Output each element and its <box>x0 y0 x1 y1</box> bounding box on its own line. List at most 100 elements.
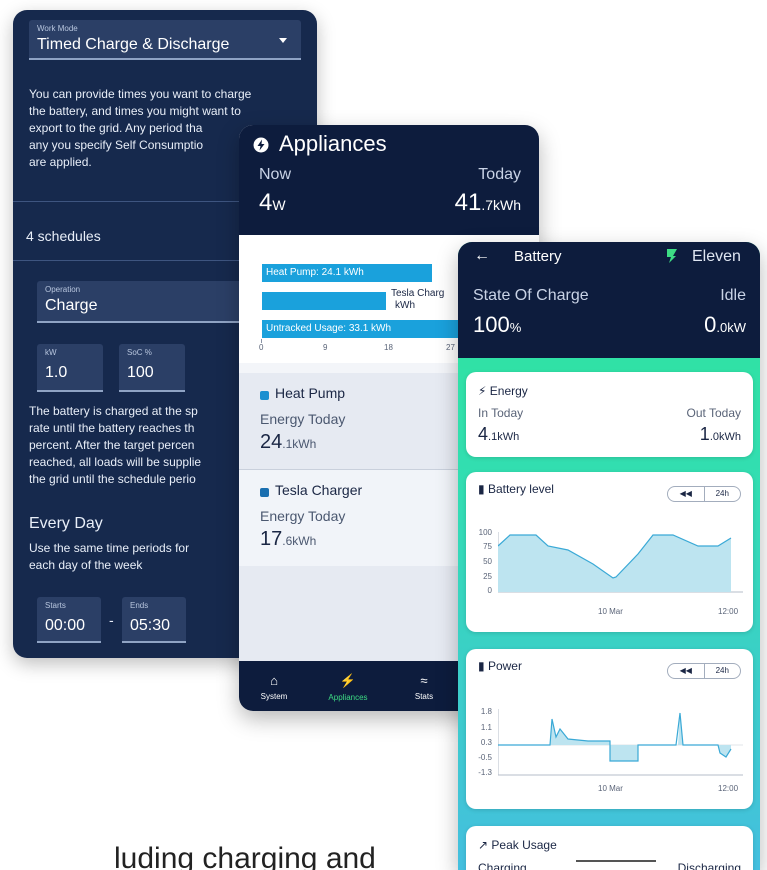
charger-icon <box>260 488 269 497</box>
now-label: Now <box>259 166 292 183</box>
power-value: 0.0kW <box>704 312 746 337</box>
trend-icon: ↗ <box>478 838 492 852</box>
battery-icon: ▮ <box>478 659 488 673</box>
battery-screen: ← Battery Eleven State Of Charge Idle 10… <box>458 242 760 870</box>
soc-label: State Of Charge <box>473 287 589 304</box>
energy-today-label: Energy Today <box>260 411 346 427</box>
operation-label: Operation <box>45 285 81 294</box>
stats-icon: ≈ <box>420 673 428 688</box>
y-tick: -1.3 <box>478 768 492 777</box>
heat-pump-icon <box>260 391 269 400</box>
today-label: Today <box>478 166 521 183</box>
appliances-header: Appliances Now Today 4W 41.7kWh <box>239 125 539 235</box>
operation-value: Charge <box>45 297 98 314</box>
starts-value: 00:00 <box>45 617 86 634</box>
time-dash: - <box>109 612 114 628</box>
appliance-name: Tesla Charger <box>275 482 363 498</box>
bar-heat-pump: Heat Pump: 24.1 kWh <box>262 264 432 282</box>
battery-level-card: ▮ Battery level ◀◀ 24h 100 75 50 25 0 10 … <box>466 472 753 632</box>
ends-label: Ends <box>130 601 149 610</box>
y-tick: 1.8 <box>480 707 492 716</box>
power-card: ▮ Power ◀◀ 24h 1.8 1.1 0.3 -0.5 -1.3 10 M… <box>466 649 753 809</box>
range-24h-button[interactable]: 24h <box>705 487 741 501</box>
status-label: Idle <box>720 287 746 304</box>
now-value: 4W <box>259 189 286 216</box>
work-mode-value: Timed Charge & Discharge <box>37 36 230 53</box>
kw-value: 1.0 <box>45 364 68 381</box>
soc-label: SoC % <box>127 348 152 357</box>
y-tick: 100 <box>478 528 492 537</box>
soc-field[interactable]: SoC % 100 <box>119 344 185 392</box>
bar-untracked: Untracked Usage: 33.1 kWh <box>262 320 477 338</box>
y-tick: -0.5 <box>478 753 492 762</box>
x-tick: 18 <box>384 343 393 352</box>
eleven-logo-icon <box>667 249 677 263</box>
x-tick: 12:00 <box>718 784 739 793</box>
brand-name: Eleven <box>692 248 741 265</box>
energy-today-label: Energy Today <box>260 508 346 524</box>
work-mode-label: Work Mode <box>37 24 78 33</box>
kw-label: kW <box>45 348 57 357</box>
peak-usage-title: ↗ Peak Usage <box>478 838 557 852</box>
ends-field[interactable]: Ends 05:30 <box>122 597 186 643</box>
energy-today-value: 17.6kWh <box>260 528 317 550</box>
bolt-icon: ⚡︎ <box>478 384 490 398</box>
soc-value: 100% <box>473 312 522 337</box>
bolt-icon <box>253 137 269 153</box>
rewind-icon[interactable]: ◀◀ <box>668 487 704 501</box>
range-24h-button[interactable]: 24h <box>705 664 741 678</box>
power-title: ▮ Power <box>478 659 522 673</box>
caption-text: luding charging and <box>114 842 376 870</box>
kw-field[interactable]: kW 1.0 <box>37 344 103 392</box>
page-title: Battery <box>514 248 562 265</box>
x-tick: 0 <box>259 343 264 352</box>
peak-usage-card: ↗ Peak Usage Charging Discharging <box>466 826 753 870</box>
schedules-count[interactable]: 4 schedules <box>26 228 101 245</box>
x-tick: 10 Mar <box>598 607 623 616</box>
battery-level-chart <box>498 532 743 593</box>
battery-header: ← Battery Eleven State Of Charge Idle 10… <box>458 242 760 358</box>
nav-system[interactable]: ⌂ System <box>239 661 309 711</box>
soc-value: 100 <box>127 364 154 381</box>
bar-tesla <box>262 292 386 310</box>
x-tick: 10 Mar <box>598 784 623 793</box>
page-title: Appliances <box>279 131 387 156</box>
peak-discharging-label: Discharging <box>677 861 741 870</box>
y-tick: 0 <box>487 586 492 595</box>
y-tick: 50 <box>483 557 492 566</box>
appliance-name: Heat Pump <box>275 385 346 401</box>
power-chart <box>498 709 743 776</box>
x-tick: 12:00 <box>718 607 739 616</box>
energy-card: ⚡︎ Energy In Today Out Today 4.1kWh 1.0k… <box>466 372 753 457</box>
battery-level-title: ▮ Battery level <box>478 482 554 496</box>
rewind-icon[interactable]: ◀◀ <box>668 664 704 678</box>
every-day-description: Use the same time periods for each day o… <box>29 541 190 572</box>
nav-appliances[interactable]: ⚡ Appliances <box>313 661 383 711</box>
peak-usage-bar <box>576 860 656 862</box>
tesla-bar-label: Tesla Charg kWh <box>391 288 445 311</box>
y-tick: 1.1 <box>480 723 492 732</box>
work-mode-select[interactable]: Work Mode Timed Charge & Discharge <box>29 20 301 60</box>
battery-icon: ▮ <box>478 482 488 496</box>
y-tick: 25 <box>483 572 492 581</box>
starts-field[interactable]: Starts 00:00 <box>37 597 101 643</box>
range-toggle[interactable]: ◀◀ 24h <box>667 663 741 679</box>
nav-stats[interactable]: ≈ Stats <box>389 661 459 711</box>
in-today-label: In Today <box>478 406 524 420</box>
today-value: 41.7kWh <box>454 189 521 216</box>
in-today-value: 4.1kWh <box>478 424 520 444</box>
range-toggle[interactable]: ◀◀ 24h <box>667 486 741 502</box>
peak-charging-label: Charging <box>478 861 527 870</box>
back-arrow-icon[interactable]: ← <box>474 247 490 265</box>
out-today-label: Out Today <box>686 406 741 420</box>
y-tick: 0.3 <box>480 738 492 747</box>
x-tick: 27 <box>446 343 455 352</box>
y-tick: 75 <box>483 542 492 551</box>
out-today-value: 1.0kWh <box>699 424 741 444</box>
home-icon: ⌂ <box>270 673 278 688</box>
x-tick: 9 <box>323 343 328 352</box>
starts-label: Starts <box>45 601 66 610</box>
energy-title: ⚡︎ Energy <box>478 384 528 398</box>
bolt-icon: ⚡ <box>339 673 357 688</box>
dropdown-arrow-icon <box>279 38 287 43</box>
